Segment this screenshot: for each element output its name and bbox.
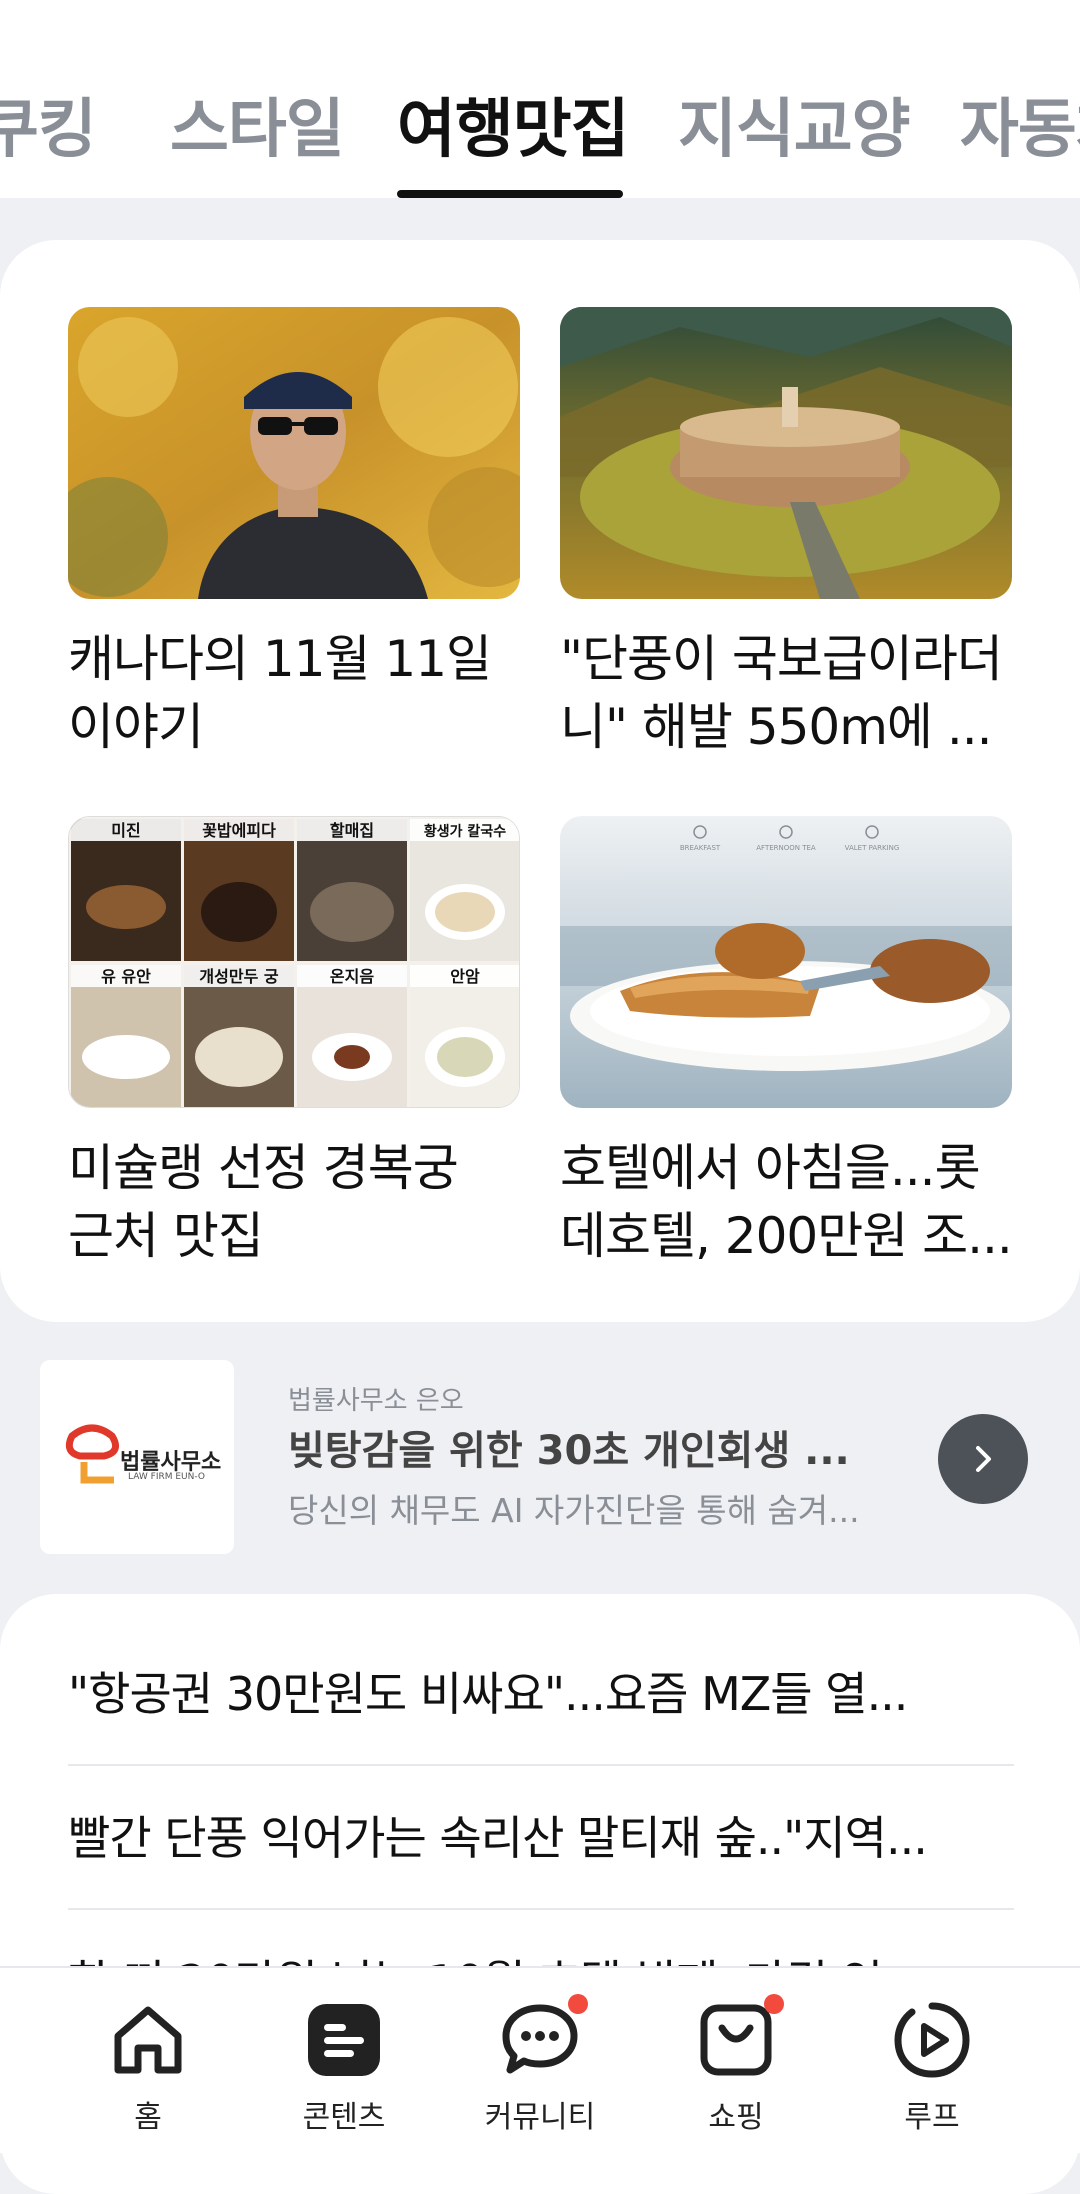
nav-loop[interactable]: 루프	[862, 1998, 1002, 2136]
ad-logo[interactable]: 법률사무소 LAW FIRM EUN-O	[40, 1360, 234, 1554]
article-title[interactable]: 캐나다의 11월 11일 이야기	[68, 625, 520, 761]
list-item[interactable]: 빨간 단풍 익어가는 속리산 말티재 숲.."지역...	[68, 1802, 1014, 1868]
tab-knowledge[interactable]: 지식교양	[678, 78, 911, 170]
sponsored-ad[interactable]: 법률사무소 LAW FIRM EUN-O 법률사무소 은오 빚탕감을 위한 30…	[0, 1342, 1080, 1592]
featured-card-panel: 캐나다의 11월 11일 이야기 "단풍이 국보급이라더 니" 해발 550m에…	[0, 240, 1080, 1322]
grid-label: 온지음	[330, 967, 374, 986]
nav-label: 커뮤니티	[484, 2100, 596, 2135]
grid-label: 개성만두 궁	[199, 967, 278, 986]
ad-logo-sub: LAW FIRM EUN-O	[128, 1472, 205, 1482]
shopping-bag-icon	[694, 1994, 784, 2082]
nav-home[interactable]: 홈	[78, 1998, 218, 2136]
nav-contents[interactable]: 콘텐츠	[274, 1998, 414, 2136]
divider	[68, 1908, 1014, 1910]
chat-bubble-icon	[498, 1994, 588, 2082]
article-thumbnail[interactable]: BREAKFAST AFTERNOON TEA VALET PARKING	[560, 816, 1012, 1108]
ad-advertiser: 법률사무소 은오	[288, 1386, 464, 1416]
list-item[interactable]: "항공권 30만원도 비싸요"...요즘 MZ들 열...	[68, 1658, 1014, 1724]
bottom-navigation: 홈 콘텐츠 커뮤니티 쇼핑 루프	[0, 1966, 1080, 2153]
article-title[interactable]: 호텔에서 아침을...롯 데호텔, 200만원 조...	[560, 1134, 1013, 1270]
grid-label: 안암	[450, 967, 480, 986]
divider	[68, 1764, 1014, 1766]
article-title[interactable]: 미슐랭 선정 경복궁 근처 맛집	[68, 1134, 520, 1270]
law-firm-logo-mark	[65, 1424, 120, 1484]
nav-label: 루프	[904, 2100, 960, 2135]
tab-auto[interactable]: 자동차	[960, 78, 1080, 170]
hotel-icon-label: VALET PARKING	[845, 844, 900, 852]
article-thumbnail[interactable]: 미진 꽃밥에피다 할매집 황생가 칼국수 유 유안 개성만두 궁 온지음 안암	[68, 816, 520, 1108]
notification-badge	[764, 1994, 784, 2014]
article-title[interactable]: "단풍이 국보급이라더 니" 해발 550m에 ...	[560, 625, 1012, 761]
article-card[interactable]: 미진 꽃밥에피다 할매집 황생가 칼국수 유 유안 개성만두 궁 온지음 안암 …	[68, 816, 520, 1270]
hotel-icon-label: BREAKFAST	[680, 844, 721, 852]
nav-label: 홈	[134, 2100, 162, 2135]
article-thumbnail[interactable]	[68, 307, 520, 599]
nav-community[interactable]: 커뮤니티	[470, 1994, 610, 2136]
contents-icon	[302, 1998, 386, 2082]
ad-title[interactable]: 빚탕감을 위한 30초 개인회생 ...	[288, 1418, 850, 1476]
tab-travel-food[interactable]: 여행맛집	[397, 78, 630, 170]
hotel-icon-label: AFTERNOON TEA	[756, 844, 816, 852]
category-tab-bar: 쿠킹 스타일 여행맛집 지식교양 자동차	[0, 0, 1080, 198]
article-thumbnail[interactable]	[560, 307, 1012, 599]
grid-label: 꽃밥에피다	[202, 821, 276, 840]
play-loop-icon	[890, 1998, 974, 2082]
grid-label: 황생가 칼국수	[424, 823, 506, 840]
tab-style[interactable]: 스타일	[170, 78, 345, 170]
nav-shopping[interactable]: 쇼핑	[666, 1994, 806, 2136]
tab-cooking[interactable]: 쿠킹	[0, 78, 97, 170]
active-tab-indicator	[397, 190, 623, 198]
grid-label: 할매집	[330, 821, 374, 840]
ad-open-button[interactable]	[938, 1414, 1028, 1504]
home-icon	[106, 1998, 190, 2082]
chevron-right-icon	[976, 1446, 991, 1472]
notification-badge	[568, 1994, 588, 2014]
article-card[interactable]: BREAKFAST AFTERNOON TEA VALET PARKING 호텔…	[560, 816, 1013, 1270]
grid-label: 미진	[111, 821, 140, 840]
article-card[interactable]: "단풍이 국보급이라더 니" 해발 550m에 ...	[560, 307, 1012, 761]
nav-label: 쇼핑	[708, 2100, 764, 2135]
grid-label: 유 유안	[101, 967, 151, 986]
nav-label: 콘텐츠	[302, 2100, 386, 2135]
article-card[interactable]: 캐나다의 11월 11일 이야기	[68, 307, 520, 761]
ad-description[interactable]: 당신의 채무도 AI 자가진단을 통해 숨겨...	[288, 1484, 860, 1532]
